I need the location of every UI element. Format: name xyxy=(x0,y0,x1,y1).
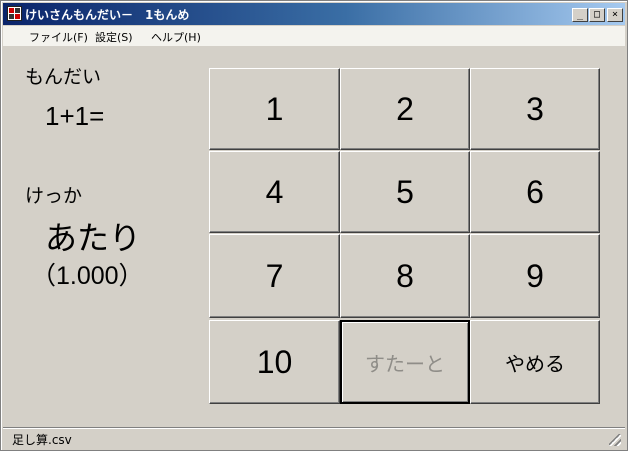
result-text: あたり xyxy=(45,219,142,257)
answer-button-2[interactable]: 2 xyxy=(340,68,470,150)
menu-file[interactable]: ファイル(F) xyxy=(29,29,88,45)
answer-button-10[interactable]: 10 xyxy=(209,320,340,404)
start-button[interactable]: すたーと xyxy=(340,320,470,404)
menu-help[interactable]: ヘルプ(H) xyxy=(151,29,201,45)
status-file-name: 足し算.csv xyxy=(12,433,72,447)
minimize-button[interactable]: _ xyxy=(572,8,588,22)
menu-bar: ファイル(F) 設定(S) ヘルプ(H) xyxy=(3,26,625,46)
answer-button-6[interactable]: 6 xyxy=(470,151,600,233)
menu-settings[interactable]: 設定(S) xyxy=(95,29,133,45)
app-window: けいさんもんだい－ 1もんめ _ □ × ファイル(F) 設定(S) ヘルプ(H… xyxy=(0,0,628,451)
maximize-button[interactable]: □ xyxy=(589,8,605,22)
result-label: けっか xyxy=(25,185,83,207)
window-title: けいさんもんだい－ 1もんめ xyxy=(25,8,190,22)
answer-button-3[interactable]: 3 xyxy=(470,68,600,150)
app-icon[interactable] xyxy=(7,6,22,21)
answer-button-8[interactable]: 8 xyxy=(340,234,470,318)
result-score: （1.000） xyxy=(31,262,144,290)
answer-button-4[interactable]: 4 xyxy=(209,151,340,233)
question-text: 1+1= xyxy=(45,101,105,131)
close-button[interactable]: × xyxy=(607,8,623,22)
status-bar: 足し算.csv xyxy=(3,427,625,449)
answer-button-7[interactable]: 7 xyxy=(209,234,340,318)
resize-grip-icon[interactable] xyxy=(609,434,621,446)
answer-button-5[interactable]: 5 xyxy=(340,151,470,233)
question-label: もんだい xyxy=(25,66,102,88)
answer-button-9[interactable]: 9 xyxy=(470,234,600,318)
answer-button-1[interactable]: 1 xyxy=(209,68,340,150)
title-bar[interactable]: けいさんもんだい－ 1もんめ _ □ × xyxy=(3,3,625,25)
quit-button[interactable]: やめる xyxy=(470,320,600,404)
